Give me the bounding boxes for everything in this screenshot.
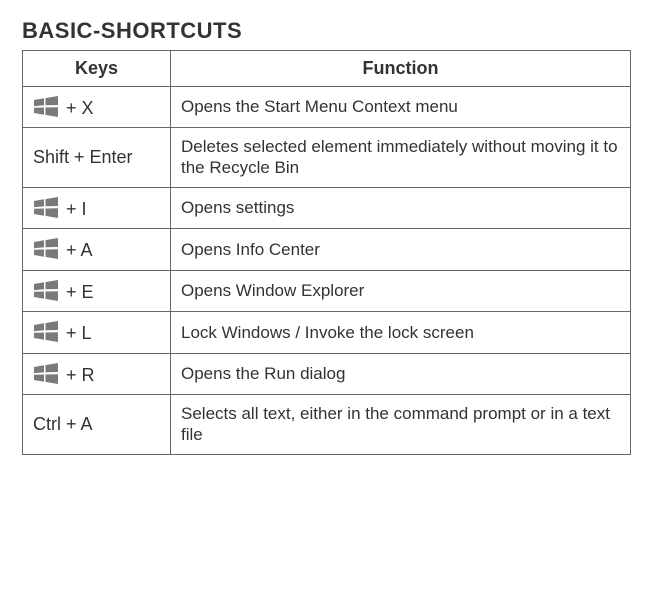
table-row: + I Opens settings <box>23 187 631 229</box>
page-title: BASIC-SHORTCUTS <box>22 18 630 44</box>
table-row: Shift + Enter Deletes selected element im… <box>23 128 631 188</box>
function-cell: Opens Window Explorer <box>171 270 631 312</box>
keys-cell: + X <box>23 86 171 128</box>
shortcuts-table: Keys Function + X Opens the Start Menu Co… <box>22 50 631 455</box>
keys-text: Shift + Enter <box>33 147 133 167</box>
windows-logo-icon <box>33 362 59 384</box>
keys-text: Ctrl + A <box>33 414 93 434</box>
function-cell: Opens the Run dialog <box>171 353 631 395</box>
table-row: + E Opens Window Explorer <box>23 270 631 312</box>
keys-cell: Shift + Enter <box>23 128 171 188</box>
function-cell: Opens the Start Menu Context menu <box>171 86 631 128</box>
table-row: Ctrl + A Selects all text, either in the … <box>23 395 631 455</box>
table-header-row: Keys Function <box>23 51 631 87</box>
table-row: + L Lock Windows / Invoke the lock screen <box>23 312 631 354</box>
keys-text: + E <box>66 282 94 302</box>
keys-cell: + A <box>23 229 171 271</box>
windows-logo-icon <box>33 95 59 117</box>
table-row: + X Opens the Start Menu Context menu <box>23 86 631 128</box>
keys-cell: + L <box>23 312 171 354</box>
keys-cell: + I <box>23 187 171 229</box>
table-row: + A Opens Info Center <box>23 229 631 271</box>
keys-text: + A <box>66 240 93 260</box>
keys-text: + X <box>66 98 94 118</box>
function-cell: Opens Info Center <box>171 229 631 271</box>
windows-logo-icon <box>33 196 59 218</box>
keys-text: + I <box>66 199 87 219</box>
keys-cell: + E <box>23 270 171 312</box>
keys-cell: + R <box>23 353 171 395</box>
windows-logo-icon <box>33 237 59 259</box>
table-row: + R Opens the Run dialog <box>23 353 631 395</box>
windows-logo-icon <box>33 279 59 301</box>
col-header-keys: Keys <box>23 51 171 87</box>
keys-cell: Ctrl + A <box>23 395 171 455</box>
function-cell: Deletes selected element immediately wit… <box>171 128 631 188</box>
keys-text: + R <box>66 365 95 385</box>
windows-logo-icon <box>33 320 59 342</box>
keys-text: + L <box>66 323 92 343</box>
function-cell: Lock Windows / Invoke the lock screen <box>171 312 631 354</box>
function-cell: Opens settings <box>171 187 631 229</box>
col-header-function: Function <box>171 51 631 87</box>
function-cell: Selects all text, either in the command … <box>171 395 631 455</box>
